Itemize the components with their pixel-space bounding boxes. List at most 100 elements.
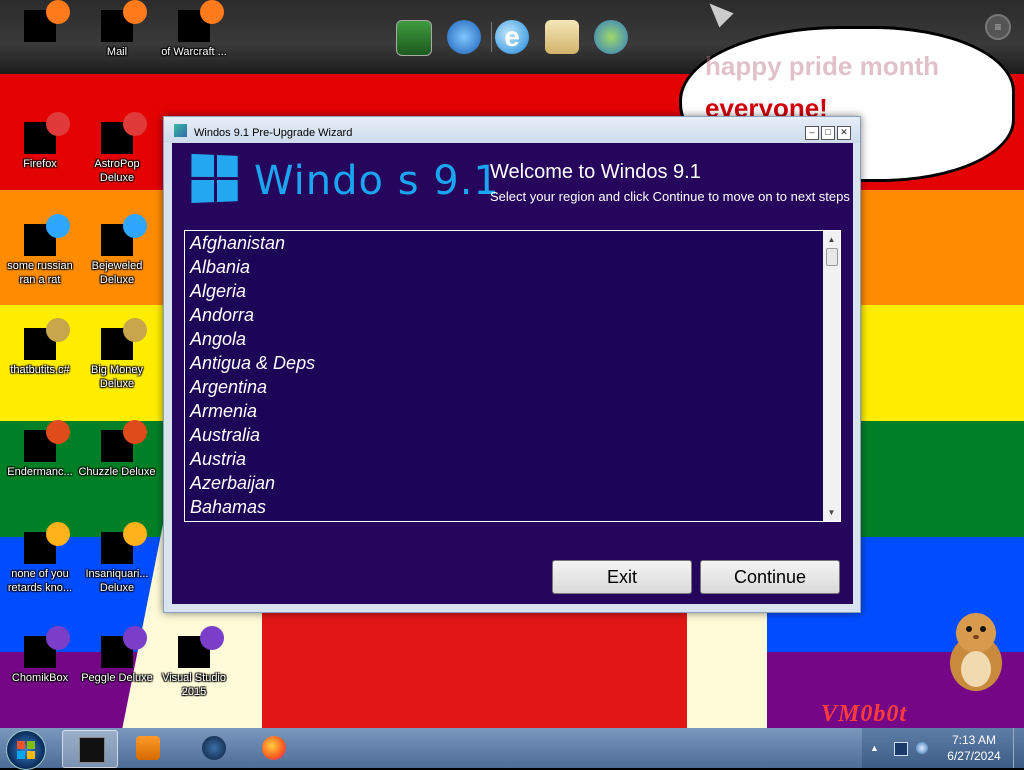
region-list-item[interactable]: Afghanistan [190,231,285,255]
region-list-item[interactable]: Andorra [190,303,254,327]
icon-mail[interactable]: Mail [77,0,157,59]
globe-update-icon[interactable] [447,20,481,54]
icon-mail-image [101,0,147,42]
taskbar-globe-app[interactable] [186,730,240,766]
region-list-item[interactable]: Algeria [190,279,246,303]
tray-expand-arrow-icon[interactable]: ▲ [870,742,882,754]
icon-enderman-label: Endermanc... [7,466,73,478]
scroll-down-arrow-icon[interactable]: ▼ [823,504,840,521]
icon-peggle-badge [123,626,147,650]
icon-chomikbox-label: ChomikBox [11,672,69,684]
icon-peggle-image [101,626,147,668]
media-player-icon [136,736,160,760]
icon-chuzzle-label: Chuzzle Deluxe [78,466,156,478]
wizard-window: Windos 9.1 Pre-Upgrade Wizard – □ ✕ Wind… [163,116,861,613]
region-list-item[interactable]: Azerbaijan [190,471,275,495]
icon-warcraft-image [178,0,224,42]
taskbar: ▲ 7:13 AM 6/27/2024 [0,728,1024,770]
icon-insaniquarium-label: Insaniquari... Deluxe [85,568,149,594]
icon-top-1[interactable] [0,0,80,45]
clock-time: 7:13 AM [951,733,997,747]
icon-big-money-label: Big Money Deluxe [91,364,143,390]
sync-icon[interactable] [916,742,928,754]
region-list-item[interactable]: Australia [190,423,260,447]
mail-envelope-icon[interactable] [545,20,579,54]
taskbar-media-player[interactable] [120,730,174,766]
icon-none-of-you-badge [46,522,70,546]
icon-none-of-you[interactable]: none of you retards kno... [0,522,80,595]
messenger-people-icon[interactable] [594,20,628,54]
icon-bejeweled-label: Bejeweled Deluxe [91,260,143,286]
icon-enderman-image [24,420,70,462]
region-list-item[interactable]: Albania [190,255,250,279]
window-title: Windos 9.1 Pre-Upgrade Wizard [194,127,353,139]
icon-big-money-image [101,318,147,360]
region-list-item[interactable]: Antigua & Deps [190,351,315,375]
icon-chomikbox[interactable]: ChomikBox [0,626,80,685]
wizard-content: Windo s 9.1 Welcome to Windos 9.1 Select… [172,143,853,604]
icon-mail-label: Mail [106,46,128,58]
icon-warcraft-badge [200,0,224,24]
region-listbox[interactable]: Afghanistan Albania Algeria Andorra Angola An… [184,230,841,522]
icon-enderman[interactable]: Endermanc... [0,420,80,479]
icon-insaniquarium[interactable]: Insaniquari... Deluxe [77,522,157,595]
scroll-up-arrow-icon[interactable]: ▲ [823,231,840,248]
icon-astropop-label: AstroPop Deluxe [94,158,140,184]
taskbar-wizard-app[interactable] [62,730,118,768]
welcome-heading: Welcome to Windos 9.1 [490,161,701,183]
clock-date: 6/27/2024 [947,749,1001,763]
region-list-item[interactable]: Austria [190,447,246,471]
icon-visual-studio[interactable]: Visual Studio 2015 [154,626,234,699]
icon-big-money[interactable]: Big Money Deluxe [77,318,157,391]
icon-firefox[interactable]: Firefox [0,112,80,171]
region-list-item[interactable]: Angola [190,327,246,351]
icon-astropop-badge [123,112,147,136]
listbox-scrollbar[interactable]: ▲ ▼ [823,231,840,521]
icon-enderman-badge [46,420,70,444]
taskbar-clock[interactable]: 7:13 AM 6/27/2024 [938,732,1010,764]
icon-some-russian-badge [46,214,70,238]
icon-chomikbox-badge [46,626,70,650]
icon-some-russian[interactable]: some russian ran a rat [0,214,80,287]
icon-bejeweled[interactable]: Bejeweled Deluxe [77,214,157,287]
region-list-item[interactable]: Armenia [190,399,257,423]
region-list-item[interactable]: Argentina [190,375,267,399]
icon-astropop[interactable]: AstroPop Deluxe [77,112,157,185]
icon-insaniquarium-badge [123,522,147,546]
icon-peggle[interactable]: Peggle Deluxe [77,626,157,685]
minimize-icon[interactable]: – [805,126,819,140]
maximize-icon[interactable]: □ [821,126,835,140]
black-window-icon [79,737,105,763]
mouse-cursor-icon [702,0,734,28]
icon-insaniquarium-image [101,522,147,564]
icon-some-russian-image [24,214,70,256]
spreadsheet-icon[interactable] [396,20,432,56]
app-icon [174,124,187,137]
signature-text: VM0b0t [821,701,908,727]
icon-firefox-image [24,112,70,154]
icon-none-of-you-label: none of you retards kno... [7,568,73,594]
window-titlebar[interactable]: Windos 9.1 Pre-Upgrade Wizard – □ ✕ [164,117,860,143]
start-button[interactable] [6,730,46,770]
network-icon[interactable] [894,742,908,756]
dock-menu-icon[interactable]: ≡ [985,14,1011,40]
icon-that-but[interactable]: thatbutits.c# [0,318,80,377]
icon-chuzzle[interactable]: Chuzzle Deluxe [77,420,157,479]
taskbar-firefox[interactable] [246,730,300,766]
internet-explorer-icon[interactable]: e [495,20,529,54]
instruction-text: Select your region and click Continue to… [490,189,850,204]
icon-mail-badge [123,0,147,24]
icon-astropop-image [101,112,147,154]
icon-none-of-you-image [24,522,70,564]
scroll-thumb[interactable] [826,248,838,266]
exit-button[interactable]: Exit [552,560,692,594]
continue-button[interactable]: Continue [700,560,840,594]
close-icon[interactable]: ✕ [837,126,851,140]
icon-visual-studio-badge [200,626,224,650]
windows-logo-icon [191,153,240,206]
show-desktop-button[interactable] [1013,728,1024,768]
region-list-item[interactable]: Bahamas [190,495,266,519]
icon-firefox-badge [46,112,70,136]
icon-warcraft[interactable]: of Warcraft ... [154,0,234,59]
icon-chuzzle-badge [123,420,147,444]
